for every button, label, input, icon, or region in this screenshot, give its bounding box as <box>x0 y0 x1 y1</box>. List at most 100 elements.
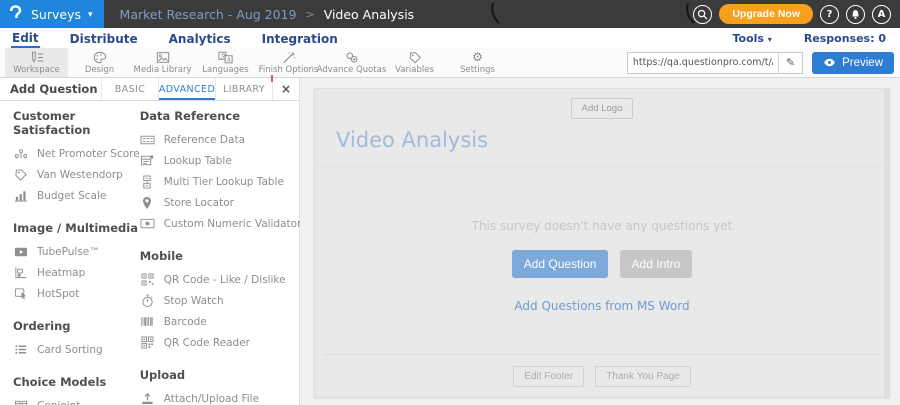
edit-footer-button[interactable]: Edit Footer <box>513 366 585 387</box>
add-question-panel-header: Add Question BASIC ADVANCED LIBRARY × <box>0 75 299 101</box>
avatar[interactable]: A <box>872 4 891 24</box>
responses-count[interactable]: Responses: 0 <box>804 32 886 45</box>
question-type-qr-code-like-dislike[interactable]: QR Code - Like / Dislike <box>140 269 302 290</box>
question-type-reference-data[interactable]: Reference Data <box>140 129 302 150</box>
tab-basic[interactable]: BASIC <box>101 78 158 100</box>
question-type-store-locator[interactable]: Store Locator <box>140 192 302 213</box>
toolbar-item-media-library[interactable]: Media Library <box>131 48 194 77</box>
empty-message: This survey doesn't have any questions y… <box>471 219 733 233</box>
question-type-heatmap[interactable]: Heatmap <box>13 262 140 283</box>
toolbar-item-design[interactable]: Design <box>68 48 131 77</box>
tab-advanced[interactable]: ADVANCED <box>158 78 215 100</box>
survey-title[interactable]: Video Analysis <box>336 128 889 152</box>
toolbar-item-settings[interactable]: ⚙ Settings <box>446 48 509 77</box>
svg-text:文: 文 <box>221 52 227 60</box>
surveys-menu[interactable]: Surveys ▾ <box>0 0 104 28</box>
search-icon <box>698 9 708 20</box>
add-logo-button[interactable]: Add Logo <box>570 98 634 119</box>
toolbar-item-variables[interactable]: Variables <box>383 48 446 77</box>
eye-icon <box>824 58 835 67</box>
section-title: Ordering <box>13 319 71 333</box>
add-questions-from-ms-word-link[interactable]: Add Questions from MS Word <box>514 299 689 313</box>
breadcrumb-parent[interactable]: Market Research - Aug 2019 <box>120 7 297 22</box>
question-type-budget-scale[interactable]: Budget Scale <box>13 185 140 206</box>
question-type-net-promoter-score[interactable]: Net Promoter Score <box>13 143 140 164</box>
notifications-button[interactable] <box>846 4 865 24</box>
question-type-conjoint[interactable]: Conjoint <box>13 395 140 405</box>
thank-you-page-button[interactable]: Thank You Page <box>595 366 691 387</box>
toolbar-item-advance-quotas[interactable]: Advance Quotas <box>317 48 386 77</box>
canvas-header: Add Logo Video Analysis <box>315 89 889 167</box>
nps-icon <box>13 146 28 161</box>
question-type-lookup-table[interactable]: Lookup Table <box>140 150 302 171</box>
survey-canvas-area: Add Logo Video Analysis This survey does… <box>300 78 900 405</box>
workspace-icon <box>30 51 44 64</box>
stopwatch-icon <box>140 293 155 308</box>
heatmap-icon <box>13 265 28 280</box>
toolbar-item-finish-options[interactable]: Finish Options <box>257 48 320 77</box>
palette-icon <box>93 51 107 64</box>
toolbar-item-languages[interactable]: 文A Languages <box>194 48 257 77</box>
tab-analytics[interactable]: Analytics <box>168 30 232 47</box>
help-button[interactable]: ? <box>820 4 839 24</box>
canvas-scrollbar[interactable] <box>884 89 889 397</box>
question-type-barcode[interactable]: Barcode <box>140 311 302 332</box>
question-type-custom-numeric-validator[interactable]: Custom Numeric Validator <box>140 213 301 234</box>
red-artifact <box>271 75 273 82</box>
breadcrumb-separator: > <box>305 7 315 21</box>
tag-icon <box>408 51 422 64</box>
bell-icon <box>852 9 859 19</box>
question-type-tubepulse[interactable]: TubePulse™ <box>13 241 140 262</box>
section-title: Upload <box>139 368 186 382</box>
edit-toolbar: Workspace Design Media Library 文A Langua… <box>0 48 900 78</box>
question-type-multi-tier-lookup-table[interactable]: Multi Tier Lookup Table <box>140 171 302 192</box>
add-question-panel: Add Question BASIC ADVANCED LIBRARY × Cu… <box>0 75 302 405</box>
bar-chart-icon <box>13 188 28 203</box>
question-type-hotspot[interactable]: HotSpot <box>13 283 140 304</box>
question-type-card-sorting[interactable]: Card Sorting <box>13 339 140 360</box>
tab-edit[interactable]: Edit <box>11 29 40 48</box>
canvas-footer: Edit Footer Thank You Page <box>325 354 879 397</box>
sort-list-icon <box>13 342 28 357</box>
surveys-menu-label: Surveys <box>31 6 81 22</box>
tools-dropdown[interactable]: Tools ▾ <box>732 32 771 45</box>
question-type-attach-upload-file[interactable]: Attach/Upload File <box>140 388 302 405</box>
survey-canvas: Add Logo Video Analysis This survey does… <box>314 88 890 398</box>
survey-url-input[interactable] <box>627 57 778 68</box>
question-type-van-westendorp[interactable]: Van Westendorp <box>13 164 140 185</box>
add-question-button[interactable]: Add Question <box>511 250 609 278</box>
top-app-bar: Surveys ▾ Market Research - Aug 2019 > V… <box>0 0 900 28</box>
edit-url-pencil-icon[interactable]: ✎ <box>777 52 802 73</box>
video-icon <box>13 244 28 259</box>
preview-button[interactable]: Preview <box>812 51 894 74</box>
close-icon[interactable]: × <box>272 78 299 100</box>
breadcrumb-current: Video Analysis <box>323 6 415 22</box>
lookup-table-icon <box>140 153 155 168</box>
section-title: Image / Multimedia <box>13 221 138 235</box>
survey-url-box: ✎ <box>626 51 804 74</box>
toolbar-item-workspace[interactable]: Workspace <box>5 48 68 77</box>
add-intro-button[interactable]: Add Intro <box>619 250 693 278</box>
survey-nav: Edit Distribute Analytics Integration To… <box>0 28 900 48</box>
question-type-stop-watch[interactable]: Stop Watch <box>140 290 302 311</box>
translate-icon: 文A <box>218 51 233 64</box>
tab-library[interactable]: LIBRARY <box>215 78 272 100</box>
caret-down-icon: ▾ <box>767 34 772 44</box>
reference-data-icon <box>140 132 155 147</box>
tab-integration[interactable]: Integration <box>261 30 339 47</box>
upgrade-now-button[interactable]: Upgrade Now <box>719 4 813 24</box>
section-title: Mobile <box>139 249 183 263</box>
qr-reader-icon <box>140 335 155 350</box>
section-title: Data Reference <box>139 109 241 123</box>
multi-tier-icon <box>140 174 155 189</box>
stray-mark <box>686 2 695 24</box>
cursor-icon <box>13 286 28 301</box>
image-icon <box>156 51 170 64</box>
upload-icon <box>140 391 155 405</box>
validator-icon <box>140 216 155 231</box>
stray-mark <box>491 2 500 24</box>
section-title: Choice Models <box>13 375 107 389</box>
tab-distribute[interactable]: Distribute <box>69 30 139 47</box>
question-type-qr-code-reader[interactable]: QR Code Reader <box>140 332 302 353</box>
price-tag-icon <box>13 167 28 182</box>
